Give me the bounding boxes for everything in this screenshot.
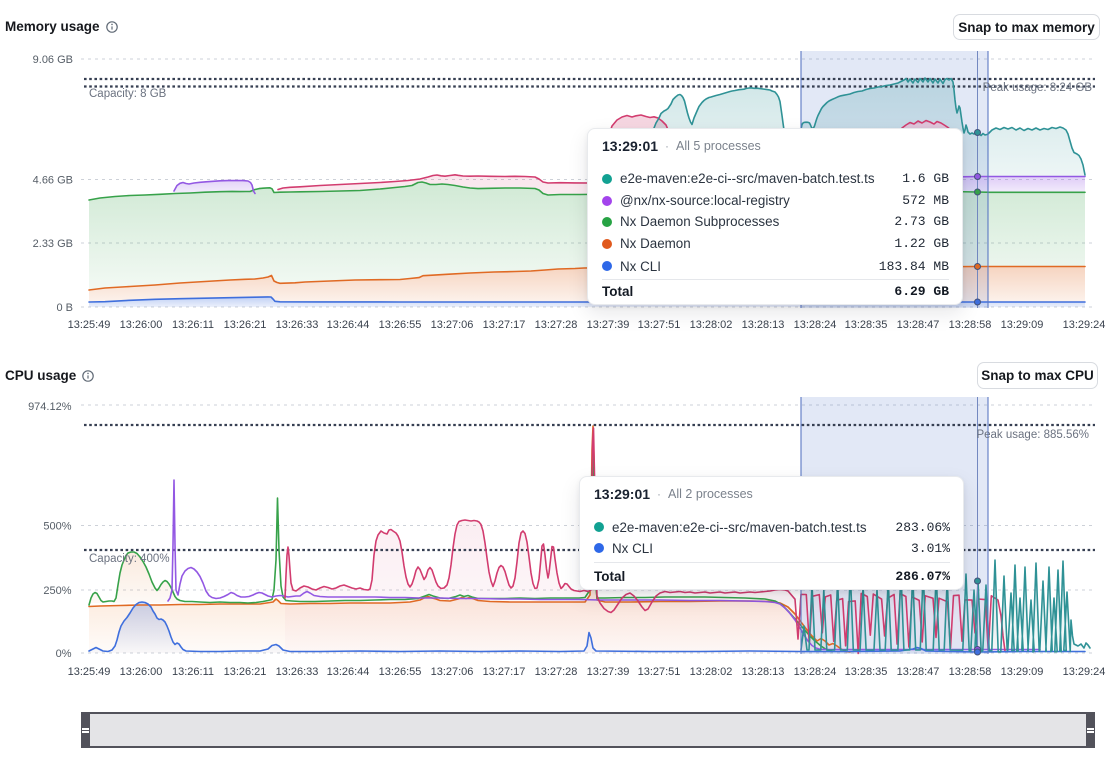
svg-text:13:27:17: 13:27:17 bbox=[483, 319, 526, 331]
svg-text:9.06 GB: 9.06 GB bbox=[33, 54, 73, 66]
svg-text:13:28:58: 13:28:58 bbox=[949, 319, 992, 331]
svg-text:Capacity: 400%: Capacity: 400% bbox=[89, 553, 170, 565]
svg-text:13:26:00: 13:26:00 bbox=[120, 319, 163, 331]
svg-text:13:27:51: 13:27:51 bbox=[638, 666, 681, 678]
svg-text:13:26:44: 13:26:44 bbox=[327, 666, 370, 678]
svg-text:13:27:39: 13:27:39 bbox=[587, 319, 630, 331]
svg-text:13:27:51: 13:27:51 bbox=[638, 319, 681, 331]
svg-text:13:26:55: 13:26:55 bbox=[379, 319, 422, 331]
svg-text:0 B: 0 B bbox=[56, 302, 73, 314]
svg-text:250%: 250% bbox=[43, 585, 71, 597]
svg-text:13:26:00: 13:26:00 bbox=[120, 666, 163, 678]
svg-text:13:27:06: 13:27:06 bbox=[431, 666, 474, 678]
svg-text:13:28:58: 13:28:58 bbox=[949, 666, 992, 678]
svg-text:13:29:24: 13:29:24 bbox=[1063, 666, 1106, 678]
svg-text:13:28:35: 13:28:35 bbox=[845, 666, 888, 678]
svg-text:13:28:24: 13:28:24 bbox=[794, 666, 837, 678]
svg-text:13:26:55: 13:26:55 bbox=[379, 666, 422, 678]
svg-text:13:27:06: 13:27:06 bbox=[431, 319, 474, 331]
svg-text:13:26:11: 13:26:11 bbox=[172, 319, 214, 331]
svg-text:13:28:24: 13:28:24 bbox=[794, 319, 837, 331]
svg-text:13:29:24: 13:29:24 bbox=[1063, 319, 1106, 331]
svg-text:Capacity: 8 GB: Capacity: 8 GB bbox=[89, 88, 167, 100]
svg-text:974.12%: 974.12% bbox=[28, 401, 72, 413]
svg-text:13:27:28: 13:27:28 bbox=[535, 666, 578, 678]
svg-text:13:27:28: 13:27:28 bbox=[535, 319, 578, 331]
svg-text:13:28:47: 13:28:47 bbox=[897, 319, 940, 331]
svg-text:13:28:13: 13:28:13 bbox=[742, 319, 785, 331]
svg-text:13:28:02: 13:28:02 bbox=[690, 666, 733, 678]
svg-text:13:29:09: 13:29:09 bbox=[1001, 319, 1044, 331]
svg-text:13:26:21: 13:26:21 bbox=[224, 666, 267, 678]
svg-text:13:29:09: 13:29:09 bbox=[1001, 666, 1044, 678]
svg-text:13:26:11: 13:26:11 bbox=[172, 666, 214, 678]
svg-text:13:28:13: 13:28:13 bbox=[742, 666, 785, 678]
svg-text:2.33 GB: 2.33 GB bbox=[33, 238, 73, 250]
svg-text:500%: 500% bbox=[43, 521, 71, 533]
svg-text:13:26:33: 13:26:33 bbox=[276, 319, 319, 331]
svg-text:13:26:44: 13:26:44 bbox=[327, 319, 370, 331]
svg-text:13:28:47: 13:28:47 bbox=[897, 666, 940, 678]
svg-text:13:26:21: 13:26:21 bbox=[224, 319, 267, 331]
svg-text:13:27:17: 13:27:17 bbox=[483, 666, 526, 678]
svg-text:Peak usage: 885.56%: Peak usage: 885.56% bbox=[976, 429, 1089, 441]
svg-text:13:27:39: 13:27:39 bbox=[587, 666, 630, 678]
svg-text:13:28:02: 13:28:02 bbox=[690, 319, 733, 331]
svg-text:0%: 0% bbox=[56, 648, 72, 660]
svg-text:Peak usage: 8.24 GB: Peak usage: 8.24 GB bbox=[983, 82, 1093, 94]
svg-text:4.66 GB: 4.66 GB bbox=[33, 175, 73, 187]
svg-text:13:28:35: 13:28:35 bbox=[845, 319, 888, 331]
svg-text:13:26:33: 13:26:33 bbox=[276, 666, 319, 678]
svg-text:13:25:49: 13:25:49 bbox=[68, 319, 111, 331]
svg-text:13:25:49: 13:25:49 bbox=[68, 666, 111, 678]
